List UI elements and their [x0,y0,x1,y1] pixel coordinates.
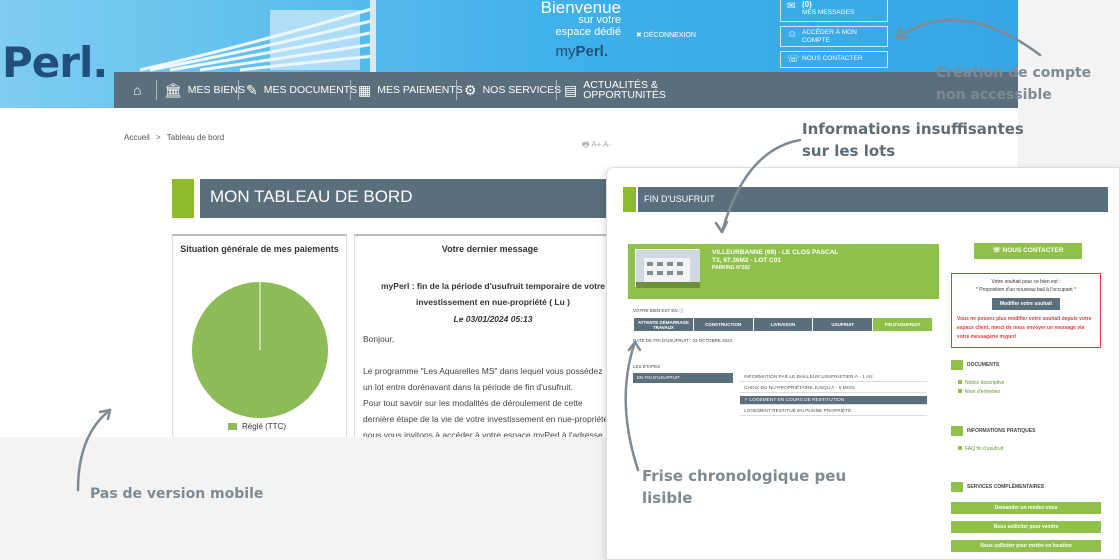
arrow-mobile [76,408,112,492]
arrow-timeline [624,340,640,472]
arrowhead-lots [714,220,729,234]
arrow-lots [720,138,802,234]
annotation-arrows [76,18,1042,492]
arrow-account [895,18,1042,57]
page-root: Perl. Bienvenue sur votre espace dédié m… [0,0,1120,560]
